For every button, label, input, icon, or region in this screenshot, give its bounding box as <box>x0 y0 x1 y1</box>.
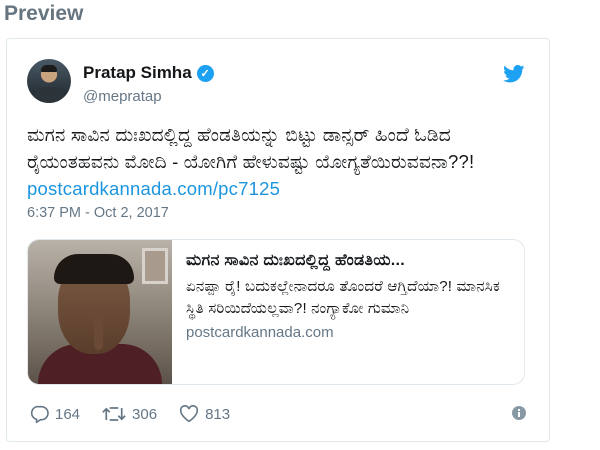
author-name-row: Pratap Simha ✓ <box>83 63 214 83</box>
preview-heading: Preview <box>4 2 84 25</box>
reply-icon <box>30 405 49 423</box>
tweet-actions: 164 306 813 <box>29 403 529 425</box>
tweet-card[interactable]: Pratap Simha ✓ @mepratap ಮಗನ ಸಾವಿನ ದುಃಖದ… <box>6 38 550 442</box>
twitter-bird-icon[interactable] <box>503 65 525 83</box>
card-image-frame <box>142 248 168 284</box>
avatar-shirt <box>33 87 65 103</box>
card-image-hair <box>54 254 134 284</box>
tweet-text: ಮಗನ ಸಾವಿನ ದುಃಖದಲ್ಲಿದ್ದ ಹೆಂಡತಿಯನ್ನು ಬಿಟ್ಟ… <box>27 121 537 202</box>
card-thumbnail-image <box>28 240 172 384</box>
author-handle[interactable]: @mepratap <box>83 88 162 105</box>
reply-button[interactable]: 164 <box>29 405 80 423</box>
tweet-timestamp[interactable]: 6:37 PM - Oct 2, 2017 <box>27 205 169 221</box>
verified-icon: ✓ <box>196 64 214 82</box>
like-icon <box>180 405 199 423</box>
retweet-button[interactable]: 306 <box>102 405 157 423</box>
avatar-hair <box>41 65 57 72</box>
avatar[interactable] <box>27 59 71 103</box>
retweet-icon <box>102 407 126 421</box>
card-domain: postcardkannada.com <box>186 324 334 341</box>
card-image-finger <box>94 306 103 350</box>
info-icon[interactable] <box>511 405 527 421</box>
like-count: 813 <box>205 405 231 423</box>
tweet-text-body: ಮಗನ ಸಾವಿನ ದುಃಖದಲ್ಲಿದ್ದ ಹೆಂಡತಿಯನ್ನು ಬಿಟ್ಟ… <box>27 124 475 172</box>
author-display-name[interactable]: Pratap Simha <box>83 63 192 83</box>
link-preview-card[interactable]: ಮಗನ ಸಾವಿನ ದುಃಖದಲ್ಲಿದ್ದ ಹೆಂಡತಿಯ... ಏನಪ್ಪಾ… <box>27 239 525 385</box>
reply-count: 164 <box>55 405 81 423</box>
retweet-count: 306 <box>132 405 158 423</box>
like-button[interactable]: 813 <box>179 405 230 423</box>
card-title: ಮಗನ ಸಾವಿನ ದುಃಖದಲ್ಲಿದ್ದ ಹೆಂಡತಿಯ... <box>186 252 406 269</box>
tweet-link[interactable]: postcardkannada.com/pc7125 <box>27 178 280 199</box>
card-content: ಮಗನ ಸಾವಿನ ದುಃಖದಲ್ಲಿದ್ದ ಹೆಂಡತಿಯ... ಏನಪ್ಪಾ… <box>172 240 524 384</box>
card-description: ಏನಪ್ಪಾ ರೈ! ಬದುಕಲ್ಲೇನಾದರೂ ತೊಂದರೆ ಆಗ್ತಿದೆಯ… <box>186 278 500 317</box>
